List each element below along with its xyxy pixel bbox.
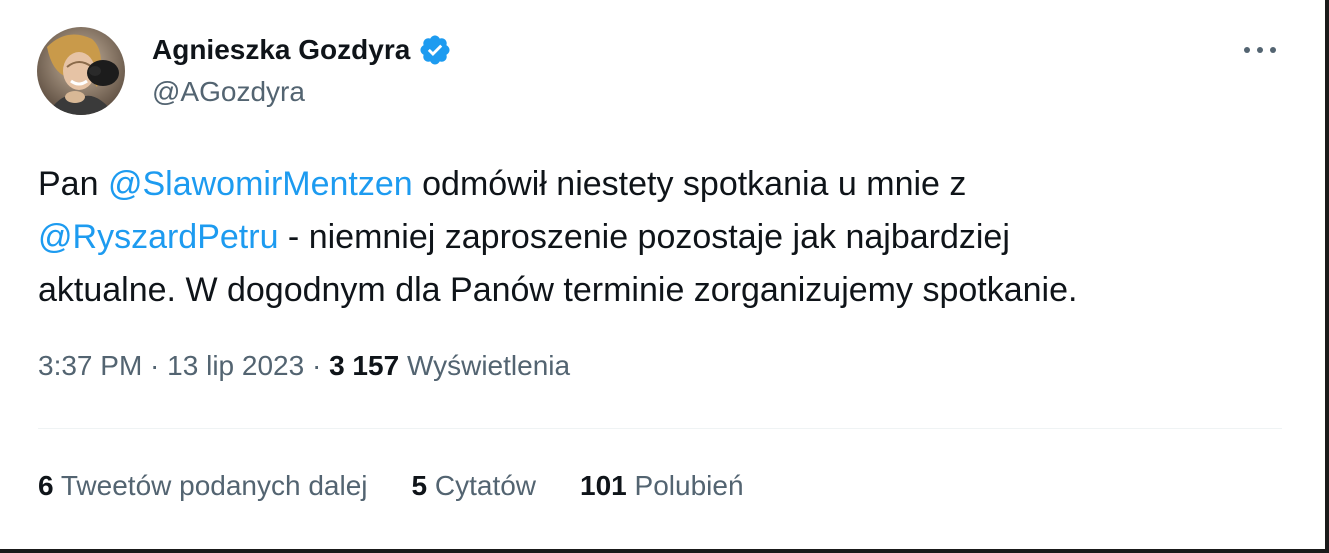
verified-badge-icon [418,33,452,67]
tweet-text-segment: Pan [38,165,108,203]
more-options-icon [1244,47,1276,53]
tweet-text-segment: - niemniej zaproszenie pozostaje jak naj… [278,218,1010,256]
quotes-count: 5 [411,470,428,501]
tweet-stats: 6 Tweetów podanych dalej 5 Cytatów 101 P… [38,470,744,502]
meta-separator: · [304,350,330,381]
tweet-text: Pan @SlawomirMentzen odmówił niestety sp… [38,158,1288,317]
tweet-text-segment: odmówił niestety spotkania u mnie z [412,165,967,203]
more-options-button[interactable] [1238,30,1282,70]
divider [38,428,1282,429]
retweets-label: Tweetów podanych dalej [60,470,368,501]
likes-stat[interactable]: 101 Polubień [580,470,743,502]
avatar[interactable] [37,27,125,115]
author-name-row: Agnieszka Gozdyra [152,31,452,69]
tweet-line-2: @RyszardPetru - niemniej zaproszenie poz… [38,211,1288,264]
tweet-line-1: Pan @SlawomirMentzen odmówił niestety sp… [38,158,1288,211]
retweets-count: 6 [38,470,54,501]
tweet-card: Agnieszka Gozdyra @AGozdyra Pan @Slawomi… [0,0,1329,553]
author-name[interactable]: Agnieszka Gozdyra [152,34,410,66]
quotes-stat[interactable]: 5 Cytatów [412,470,537,502]
tweet-meta: 3:37 PM · 13 lip 2023 · 3 157 Wyświetlen… [38,350,570,382]
views-count: 3 157 [329,350,400,381]
tweet-line-3: aktualne. W dogodnym dla Panów terminie … [38,271,1078,309]
mention-link[interactable]: @RyszardPetru [38,218,278,256]
avatar-image [37,27,125,115]
likes-label: Polubień [634,470,744,501]
meta-separator: · [142,350,168,381]
tweet-date[interactable]: 13 lip 2023 [167,350,304,381]
mention-link[interactable]: @SlawomirMentzen [108,165,413,203]
author-handle[interactable]: @AGozdyra [152,76,305,108]
retweets-stat[interactable]: 6 Tweetów podanych dalej [38,470,368,502]
likes-count: 101 [580,470,627,501]
quotes-label: Cytatów [434,470,537,501]
tweet-time[interactable]: 3:37 PM [38,350,142,381]
views-label: Wyświetlenia [406,350,571,381]
